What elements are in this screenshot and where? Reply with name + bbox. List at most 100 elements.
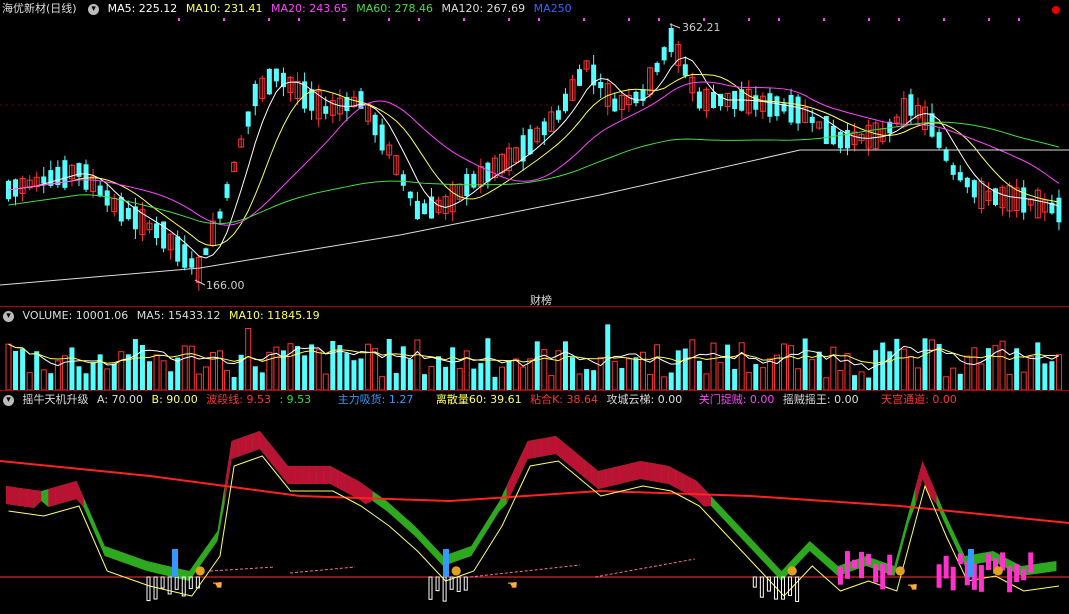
volume-bar [160,360,167,390]
band-fill-red [513,456,521,489]
volume-bar [1035,342,1041,390]
volume-bar [703,373,710,390]
signal-tick [268,18,270,21]
candle-body [280,72,286,88]
volume-bar [795,368,802,390]
volume-bar [759,367,766,390]
candle-body [562,93,568,112]
band-fill-red [55,485,63,505]
volume-bar [654,344,661,390]
indicator-panel[interactable]: ▾ 摇牛天机升级 A: 70.00 B: 90.00 波段线: 9.53 : 9… [0,391,1069,614]
band-fill-red [682,473,690,496]
volume-bar [964,355,971,390]
volume-bar [386,339,392,390]
volume-bar [295,346,301,390]
volume-bar [837,369,844,390]
candle-body [767,93,773,117]
band-fill-red [20,488,28,507]
candle-body [400,174,406,186]
hist-bar [837,566,843,585]
candle-body [555,110,561,120]
candle-body [323,106,329,114]
candle-body [971,180,977,198]
band-fill-red [647,462,655,482]
band-fill-red [13,487,21,506]
hist-bar [759,576,764,598]
volume-bar [188,345,195,390]
volume-bar [668,372,674,390]
candle-body [830,125,836,145]
band-fill-red [238,436,246,457]
candle-body [711,92,716,108]
band-fill-red [689,477,697,499]
volume-bar [732,368,738,390]
signal-tick [418,18,420,21]
volume-bar [69,347,75,390]
band-fill-red [224,441,232,504]
volume-bar [548,375,555,390]
volume-bar [217,350,223,390]
band-fill-red [633,461,641,481]
volume-bar [40,369,47,390]
volume-bar [907,356,914,390]
money-bag-icon: ● [451,563,461,577]
band-fill-red [654,463,662,483]
volume-bar [266,351,273,390]
candle-body [41,176,47,184]
hist-bar [195,576,200,589]
candle-body [414,200,420,220]
volume-bar [682,348,688,390]
volume-bar [400,346,406,390]
band-fill-red [351,477,359,499]
volume-bar [436,356,442,390]
candlestick-chart[interactable] [0,0,1069,306]
ma120-line [0,149,1069,286]
candle-body [654,62,660,73]
absorb-bar [968,549,974,577]
volume-bar [463,350,470,390]
band-fill-red [619,464,627,484]
volume-bar [90,362,96,390]
volume-panel[interactable]: ▾ VOLUME: 10001.06 MA5: 15433.12 MA10: 1… [0,307,1069,390]
signal-tick [823,18,825,21]
hist-bar [795,576,800,602]
volume-bar [1014,348,1020,390]
candle-body [950,165,956,175]
signal-tick [658,18,660,21]
volume-bar [330,341,336,390]
candle-body [964,177,970,188]
candle-body [1021,187,1027,213]
volume-bar [717,362,724,390]
band-fill-red [598,469,606,489]
candle-body [245,111,251,127]
volume-bar [844,353,851,390]
hist-bar [428,576,433,600]
candle-body [936,132,942,148]
volume-bar [520,366,527,390]
band-fill-red [316,466,324,484]
price-panel[interactable]: 海优新材(日线) ▾ MA5: 225.12 MA10: 231.41 MA20… [0,0,1069,306]
volume-bar [880,342,886,390]
volume-bar [999,340,1006,390]
volume-chart[interactable] [0,307,1069,390]
signal-tick [988,18,990,21]
candle-body [224,184,230,198]
signal-tick [868,18,870,21]
volume-bar [647,373,654,390]
volume-bar [175,357,181,390]
volume-bar [914,367,921,390]
volume-bar [5,343,12,390]
volume-bar [1042,363,1048,390]
band-fill-red [548,436,556,456]
volume-bar [26,372,33,390]
volume-bar [492,376,498,390]
band-fill-red [541,437,549,457]
signal-tick [178,18,180,21]
indicator-chart[interactable]: ● ● ● ● ●☚ ☚ ☚ [0,391,1069,614]
volume-bar [118,351,125,390]
volume-bar [259,372,265,390]
band-fill-red [344,473,352,496]
band-fill-red [252,431,260,452]
candle-body [421,203,427,215]
event-label[interactable]: 财榜 [530,292,552,306]
